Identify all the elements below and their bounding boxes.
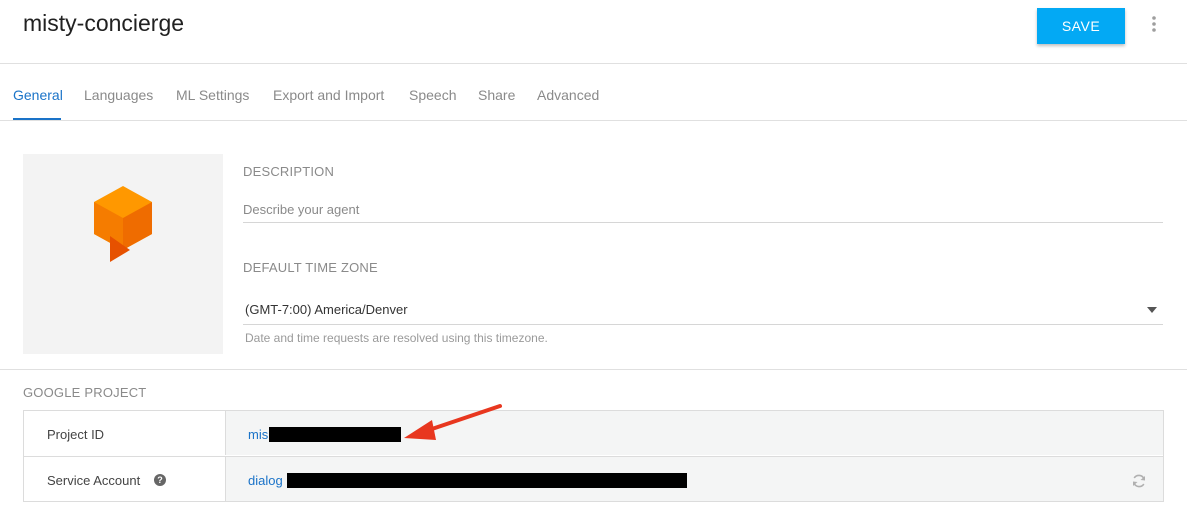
tab-speech[interactable]: Speech [409, 87, 456, 103]
timezone-label: DEFAULT TIME ZONE [243, 260, 378, 275]
service-account-label: Service Account [47, 473, 141, 488]
agent-title: misty-concierge [23, 10, 185, 36]
project-id-key-cell: Project ID [24, 411, 226, 455]
tab-export-and-import[interactable]: Export and Import [273, 87, 384, 103]
description-label: DESCRIPTION [243, 164, 335, 179]
description-input[interactable] [243, 198, 1159, 220]
settings-tabs: General Languages ML Settings Export and… [0, 64, 1187, 121]
tab-share[interactable]: Share [478, 87, 515, 103]
timezone-select[interactable]: (GMT-7:00) America/Denver [243, 298, 1163, 324]
timezone-value: (GMT-7:00) America/Denver [245, 302, 408, 317]
service-account-value-cell: dialog [226, 457, 1163, 501]
tab-languages[interactable]: Languages [84, 87, 153, 103]
refresh-icon[interactable] [1131, 473, 1147, 489]
redaction-bar [287, 473, 687, 488]
project-id-label: Project ID [47, 427, 105, 442]
table-row: Service Account ? dialog [24, 456, 1163, 501]
google-project-table: Project ID mis Service Account ? dialog [23, 410, 1164, 502]
help-icon[interactable]: ? [154, 474, 166, 486]
redaction-bar [269, 427, 401, 442]
project-id-link[interactable]: mis [248, 427, 268, 442]
app-header: misty-concierge SAVE [0, 0, 1187, 64]
service-account-link[interactable]: dialog [248, 473, 283, 488]
active-tab-indicator [13, 118, 61, 120]
dialogflow-logo-icon [94, 186, 152, 262]
more-vert-icon[interactable] [1147, 14, 1161, 34]
service-account-key-cell: Service Account ? [24, 457, 226, 501]
tab-ml-settings[interactable]: ML Settings [176, 87, 249, 103]
tab-advanced[interactable]: Advanced [537, 87, 599, 103]
description-underline [243, 222, 1163, 223]
annotation-arrow-icon [404, 404, 502, 440]
google-project-label: GOOGLE PROJECT [23, 385, 147, 400]
table-row: Project ID mis [24, 411, 1163, 455]
save-button[interactable]: SAVE [1037, 8, 1125, 44]
timezone-underline [243, 324, 1163, 325]
timezone-hint: Date and time requests are resolved usin… [245, 331, 548, 345]
tab-general[interactable]: General [13, 87, 63, 103]
agent-avatar[interactable] [23, 154, 223, 354]
project-id-value-cell: mis [226, 411, 1163, 455]
section-divider [0, 369, 1187, 370]
dropdown-arrow-icon [1147, 307, 1157, 313]
